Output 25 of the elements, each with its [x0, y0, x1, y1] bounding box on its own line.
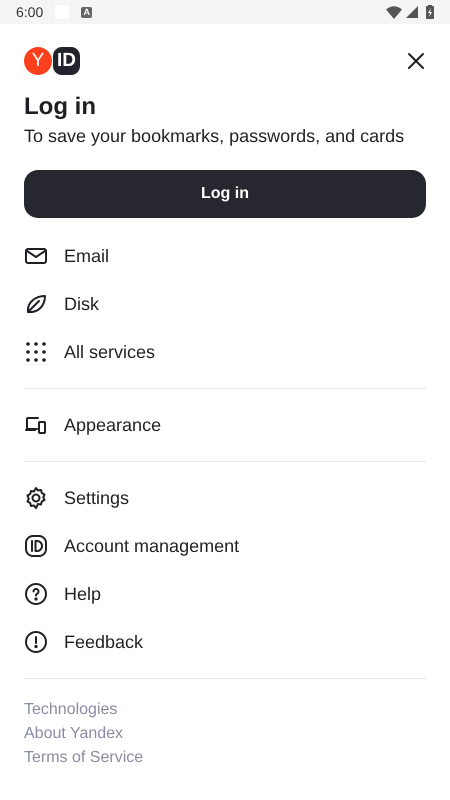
leaf-icon — [24, 292, 48, 316]
page-subtitle: To save your bookmarks, passwords, and cards — [24, 125, 406, 148]
logo-mark: Y — [24, 47, 52, 75]
notification-icon: A — [81, 6, 92, 18]
menu-item[interactable]: Appearance — [64, 414, 162, 436]
menu-item[interactable]: Help — [64, 584, 102, 604]
login-button[interactable]: Log in — [24, 170, 426, 218]
menu-item[interactable]: Feedback — [64, 632, 144, 652]
wifi-icon — [386, 6, 402, 18]
page-title: Log in — [24, 92, 97, 122]
status-time: 6:00 — [16, 4, 44, 20]
logo-badge: ID — [53, 47, 80, 75]
signal-icon — [406, 6, 418, 18]
battery-icon — [426, 5, 434, 19]
grid-dots-icon — [24, 340, 48, 364]
alert-icon — [24, 630, 48, 654]
settings-icon — [24, 486, 48, 510]
close-button[interactable] — [406, 51, 426, 71]
menu-item[interactable]: All services — [64, 342, 156, 362]
menu-item[interactable]: Account management — [64, 536, 240, 556]
menu-item[interactable]: Settings — [64, 488, 130, 508]
menu-item[interactable]: Email — [64, 246, 110, 266]
id-card-icon — [24, 534, 48, 558]
menu-item[interactable]: Disk — [64, 294, 99, 314]
help-icon — [24, 582, 48, 606]
